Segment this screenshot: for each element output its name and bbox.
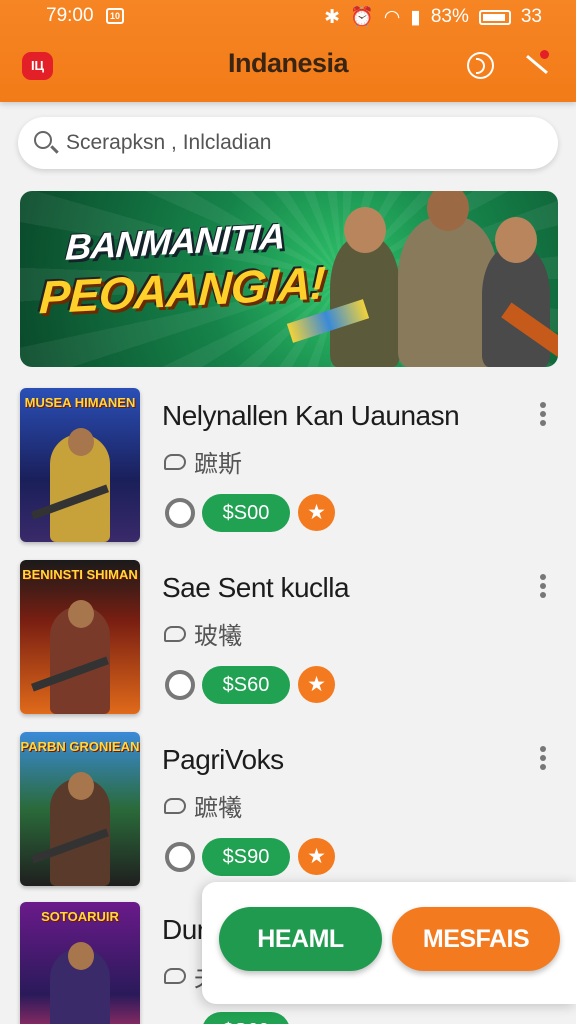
help-icon[interactable] xyxy=(467,52,494,79)
game-thumbnail[interactable]: MUSEA HIMANEN xyxy=(20,388,140,542)
thumbnail-title: BENINSTI SHIMAN xyxy=(22,567,138,582)
game-title[interactable]: Sae Sent kuclla xyxy=(162,572,350,604)
status-extra: 33 xyxy=(520,6,542,27)
search-input[interactable] xyxy=(66,125,536,161)
game-title[interactable]: PagriVoks xyxy=(162,744,284,776)
app-bar: IЦ Indanesia xyxy=(0,36,576,98)
more-options-icon[interactable] xyxy=(538,402,548,430)
thumbnail-title: PARBN GRONIEAN xyxy=(20,739,140,754)
price-button[interactable]: $S90 xyxy=(202,838,290,876)
signal-icon: ▮ xyxy=(410,6,421,28)
bluetooth-icon: ✱ xyxy=(324,6,341,28)
promo-banner[interactable]: BANMANITIA PEOAANGIA! xyxy=(20,191,558,367)
price-button[interactable]: $S00 xyxy=(202,494,290,532)
secondary-action-button[interactable]: MESFAIS xyxy=(392,907,560,971)
more-options-icon[interactable] xyxy=(538,574,548,602)
list-item[interactable]: MUSEA HIMANEN Nelynallen Kan Uaunasn 蹠斯 … xyxy=(20,388,560,544)
battery-percent: 83% xyxy=(430,6,469,27)
primary-action-button[interactable]: HEAML xyxy=(219,907,382,971)
comment-icon xyxy=(164,453,186,470)
game-title[interactable]: Nelynallen Kan Uaunasn xyxy=(162,400,460,432)
notification-icon: 10 xyxy=(106,8,124,24)
game-tag: 蹠犧 xyxy=(164,788,242,823)
search-icon xyxy=(34,131,52,149)
comment-icon xyxy=(164,967,186,984)
status-time: 79:00 xyxy=(46,5,94,26)
game-title[interactable]: Dur xyxy=(162,914,206,946)
game-tag: 蹠斯 xyxy=(164,444,242,479)
status-right: ✱ ⏰ ◠ ▮ 83% 33 xyxy=(324,5,542,29)
select-radio[interactable] xyxy=(165,842,195,872)
star-icon[interactable]: ★ xyxy=(298,666,335,703)
game-tag-text: 蹠犧 xyxy=(194,795,242,822)
select-radio[interactable] xyxy=(165,498,195,528)
star-icon[interactable]: ★ xyxy=(298,494,335,531)
price-button[interactable]: $S60 xyxy=(202,1012,290,1024)
game-tag-text: 蹠斯 xyxy=(194,451,242,478)
select-radio[interactable] xyxy=(165,670,195,700)
alarm-icon: ⏰ xyxy=(350,7,374,28)
price-button[interactable]: $S60 xyxy=(202,666,290,704)
top-bar: 79:00 10 ✱ ⏰ ◠ ▮ 83% 33 IЦ Indanesia xyxy=(0,0,576,102)
comment-icon xyxy=(164,797,186,814)
thumbnail-title: SOTOARUIR xyxy=(41,909,119,924)
action-sheet: HEAML MESFAIS xyxy=(202,882,576,1004)
game-thumbnail[interactable]: BENINSTI SHIMAN xyxy=(20,560,140,714)
thumbnail-title: MUSEA HIMANEN xyxy=(24,395,136,410)
edit-icon[interactable] xyxy=(520,50,550,80)
list-item[interactable]: PARBN GRONIEAN PagriVoks 蹠犧 $S90 ★ xyxy=(20,732,560,888)
thumbnail-hero xyxy=(50,942,110,1024)
comment-icon xyxy=(164,625,186,642)
list-item[interactable]: BENINSTI SHIMAN Sae Sent kuclla 玻犧 $S60 … xyxy=(20,560,560,716)
game-thumbnail[interactable]: SOTOARUIR xyxy=(20,902,140,1024)
game-tag: 玻犧 xyxy=(164,616,242,651)
wifi-icon: ◠ xyxy=(383,6,401,28)
star-icon[interactable]: ★ xyxy=(298,838,335,875)
status-bar: 79:00 10 ✱ ⏰ ◠ ▮ 83% 33 xyxy=(0,0,576,32)
banner-character xyxy=(330,207,400,367)
game-tag-text: 玻犧 xyxy=(194,623,242,650)
game-thumbnail[interactable]: PARBN GRONIEAN xyxy=(20,732,140,886)
search-bar[interactable] xyxy=(18,117,558,169)
battery-icon xyxy=(478,9,511,25)
more-options-icon[interactable] xyxy=(538,746,548,774)
